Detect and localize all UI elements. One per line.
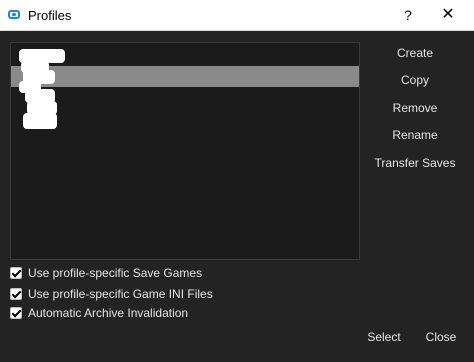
archive-invalidation-checkbox[interactable]	[10, 307, 22, 319]
title-bar: Profiles ? ✕	[0, 0, 474, 31]
app-icon	[8, 10, 20, 19]
archive-invalidation-option[interactable]: Automatic Archive Invalidation	[10, 304, 188, 322]
save-games-label: Use profile-specific Save Games	[28, 266, 203, 280]
profile-list[interactable]	[10, 42, 360, 260]
transfer-saves-button[interactable]: Transfer Saves	[366, 152, 464, 174]
profile-row[interactable]	[11, 87, 359, 108]
profiles-dialog: Profiles ? ✕ Create Copy Remove Rename T…	[0, 0, 474, 362]
game-ini-option[interactable]: Use profile-specific Game INI Files	[10, 285, 213, 303]
redaction-mark	[23, 113, 57, 129]
save-games-option[interactable]: Use profile-specific Save Games	[10, 264, 202, 282]
select-button[interactable]: Select	[360, 326, 408, 348]
help-button[interactable]: ?	[390, 0, 426, 30]
window-title: Profiles	[28, 8, 72, 23]
remove-button[interactable]: Remove	[366, 97, 464, 119]
game-ini-label: Use profile-specific Game INI Files	[28, 287, 213, 301]
copy-button[interactable]: Copy	[366, 69, 464, 91]
save-games-checkbox[interactable]	[10, 267, 22, 279]
profile-row-selected[interactable]	[11, 66, 359, 87]
close-button[interactable]: Close	[418, 326, 464, 348]
game-ini-checkbox[interactable]	[10, 288, 22, 300]
archive-invalidation-label: Automatic Archive Invalidation	[28, 306, 189, 320]
rename-button[interactable]: Rename	[366, 124, 464, 146]
create-button[interactable]: Create	[366, 42, 464, 64]
window-close-button[interactable]: ✕	[430, 0, 466, 30]
